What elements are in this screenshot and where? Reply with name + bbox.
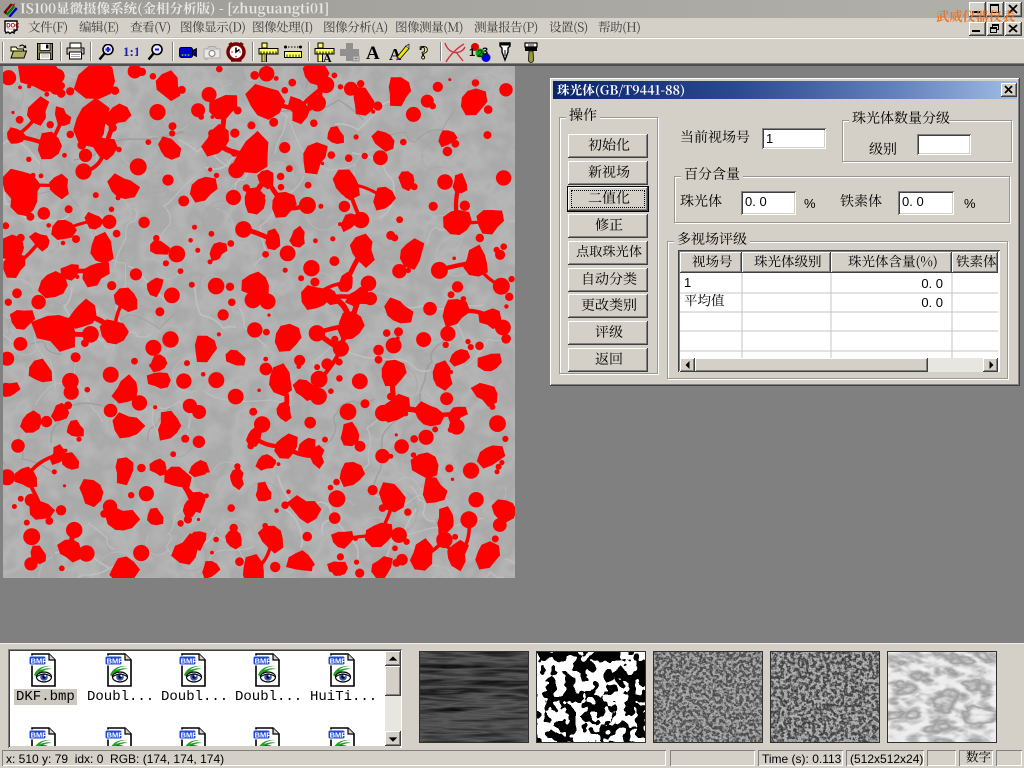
svg-text:A: A [323, 51, 332, 62]
svg-text:BMP: BMP [181, 731, 198, 740]
svg-text:BMP: BMP [330, 731, 347, 740]
svg-text:BMP: BMP [31, 731, 48, 740]
svg-text:BMP: BMP [255, 657, 272, 666]
svg-text:3: 3 [482, 46, 488, 58]
svg-text:BMP: BMP [330, 657, 347, 666]
svg-text:BMP: BMP [255, 731, 272, 740]
svg-text:?: ? [419, 43, 429, 62]
svg-text:1:1: 1:1 [123, 44, 138, 59]
svg-text:BMP: BMP [181, 657, 198, 666]
svg-text:BMP: BMP [107, 731, 124, 740]
svg-text:1: 1 [469, 47, 475, 59]
svg-text:A: A [366, 43, 380, 62]
svg-text:BMP: BMP [107, 657, 124, 666]
svg-text:BMP: BMP [31, 657, 48, 666]
